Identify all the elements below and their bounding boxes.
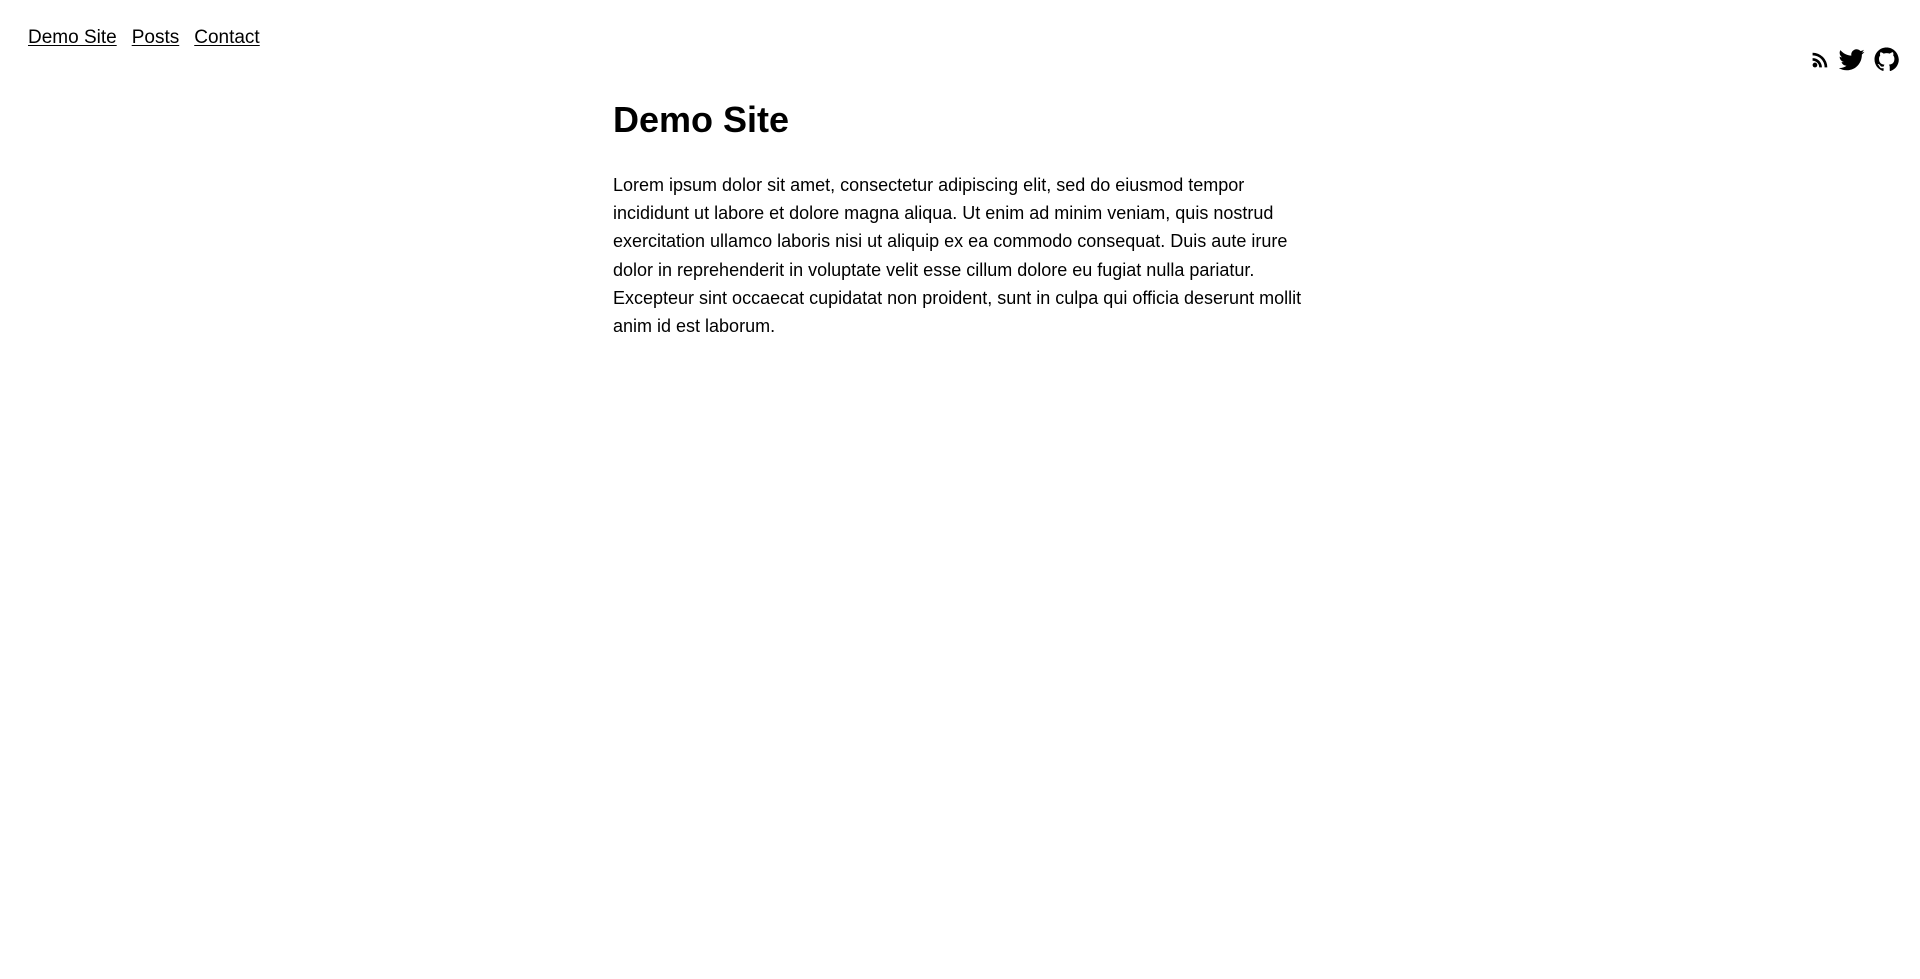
nav-link-home[interactable]: Demo Site bbox=[28, 27, 117, 49]
nav-link-posts[interactable]: Posts bbox=[132, 27, 180, 49]
page: Demo Site Posts Contact Demo Site Lorem … bbox=[0, 0, 1920, 979]
twitter-link[interactable] bbox=[1839, 48, 1865, 71]
nav-link-contact[interactable]: Contact bbox=[194, 27, 259, 49]
rss-link[interactable] bbox=[1811, 50, 1830, 69]
main-content: Demo Site Lorem ipsum dolor sit amet, co… bbox=[613, 96, 1325, 340]
social-links bbox=[1811, 47, 1899, 72]
intro-paragraph: Lorem ipsum dolor sit amet, consectetur … bbox=[613, 175, 1302, 337]
twitter-icon bbox=[1839, 48, 1865, 70]
github-link[interactable] bbox=[1874, 47, 1899, 72]
rss-icon bbox=[1812, 52, 1828, 68]
top-nav: Demo Site Posts Contact bbox=[28, 27, 260, 49]
page-title: Demo Site bbox=[613, 99, 790, 140]
github-icon bbox=[1874, 47, 1899, 71]
